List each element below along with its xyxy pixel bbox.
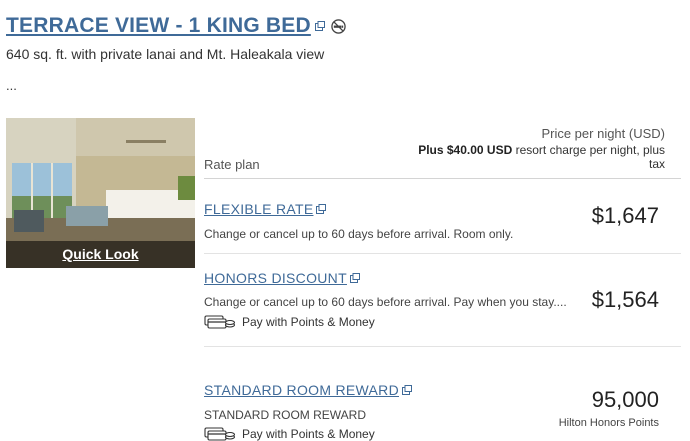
points-money-label: Pay with Points & Money [242,315,375,329]
external-link-icon [314,21,325,31]
rate-description: Change or cancel up to 60 days before ar… [204,227,514,241]
room-photo[interactable]: Quick Look [6,118,195,268]
room-title-link[interactable]: TERRACE VIEW - 1 KING BED [6,14,346,38]
resort-charge-amount: Plus $40.00 USD [418,143,513,157]
price-per-night-label: Price per night (USD) [541,126,665,141]
rate-name-link[interactable]: STANDARD ROOM REWARD [204,382,412,398]
rate-description: Change or cancel up to 60 days before ar… [204,295,567,309]
rate-row: STANDARD ROOM REWARD STANDARD ROOM REWAR… [204,347,681,441]
rate-price[interactable]: $1,647 [592,203,659,229]
rate-name: STANDARD ROOM REWARD [204,382,399,398]
rate-price-unit: Hilton Honors Points [558,417,659,429]
rate-name: FLEXIBLE RATE [204,201,314,217]
rate-table-header: Rate plan Price per night (USD) Plus $40… [204,124,681,179]
points-money-label: Pay with Points & Money [242,427,375,441]
quick-look-button[interactable]: Quick Look [6,241,195,268]
rate-row: HONORS DISCOUNT Change or cancel up to 6… [204,254,681,347]
points-money-option: Pay with Points & Money [204,315,375,329]
points-money-icon [204,427,236,441]
rate-name-link[interactable]: HONORS DISCOUNT [204,270,360,286]
rate-name-link[interactable]: FLEXIBLE RATE [204,201,327,217]
points-money-option: Pay with Points & Money [204,427,375,441]
external-link-icon [349,273,360,283]
room-description: 640 sq. ft. with private lanai and Mt. H… [6,46,325,62]
external-link-icon [402,385,412,395]
rate-table: Rate plan Price per night (USD) Plus $40… [204,124,681,441]
rate-description: STANDARD ROOM REWARD [204,408,366,422]
more-text[interactable]: ... [6,78,17,93]
external-link-icon [316,204,327,214]
resort-charge-note: Plus $40.00 USD resort charge per night,… [405,143,665,171]
rate-price[interactable]: $1,564 [592,287,659,313]
room-title: TERRACE VIEW - 1 KING BED [6,14,311,37]
rate-row: FLEXIBLE RATE Change or cancel up to 60 … [204,179,681,254]
resort-charge-text: resort charge per night, plus tax [512,143,665,171]
rate-name: HONORS DISCOUNT [204,270,347,286]
no-smoking-icon [331,18,346,34]
rate-price[interactable]: 95,000 [592,387,659,413]
rate-plan-label: Rate plan [204,157,260,172]
points-money-icon [204,315,236,329]
